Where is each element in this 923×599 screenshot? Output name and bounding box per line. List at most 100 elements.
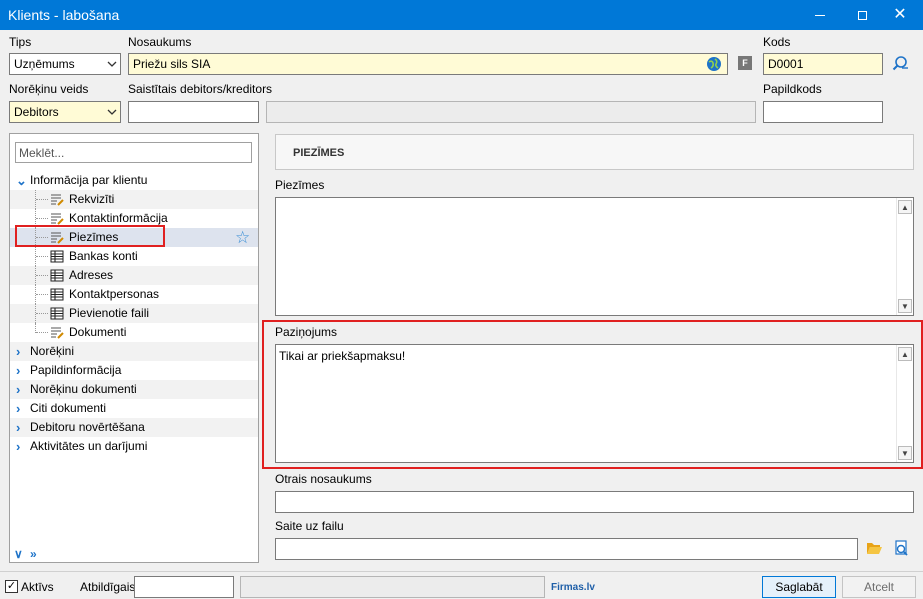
otrais-nosaukums-input[interactable] <box>275 491 914 513</box>
scroll-up-icon[interactable]: ▲ <box>898 347 912 361</box>
favorite-star-icon[interactable]: ☆ <box>235 228 250 247</box>
tree-connector <box>35 285 49 304</box>
chevron-down-icon <box>107 109 117 115</box>
tree-item-label: Dokumenti <box>69 325 127 339</box>
chevron-right-icon[interactable]: › <box>16 418 26 437</box>
grid-list-icon <box>50 250 64 263</box>
tree-connector <box>35 266 49 285</box>
navigation-panel: Meklēt... ⌄ Informācija par klientu Rekviz… <box>9 133 259 563</box>
tree-group-label: Norēķini <box>30 344 75 358</box>
chevron-right-icon[interactable]: › <box>16 437 26 456</box>
save-button[interactable]: Saglabāt <box>762 576 836 598</box>
pazinojums-label: Paziņojums <box>275 325 338 339</box>
nosaukums-input[interactable]: Priežu sils SIA <box>128 53 728 75</box>
tree-item-label: Kontaktinformācija <box>69 211 168 225</box>
saite-label: Saite uz failu <box>275 519 344 533</box>
tree-search-input[interactable]: Meklēt... <box>15 142 252 163</box>
saistitais-label: Saistītais debitors/kreditors <box>128 82 273 96</box>
close-icon: ✕ <box>893 6 907 23</box>
tree-group[interactable]: › Citi dokumenti <box>10 399 258 418</box>
navigation-tree: ⌄ Informācija par klientu Rekvizīti Kontakt… <box>10 171 258 456</box>
form-edit-icon <box>51 327 64 339</box>
chevron-right-icon[interactable]: › <box>16 361 26 380</box>
tips-value: Uzņēmums <box>14 57 75 71</box>
tree-item[interactable]: Pievienotie faili <box>10 304 258 323</box>
search-lookup-icon[interactable] <box>892 55 909 72</box>
tree-group[interactable]: › Papildinformācija <box>10 361 258 380</box>
tree-group-label: Citi dokumenti <box>30 401 107 415</box>
tree-item-label: Piezīmes <box>69 230 119 244</box>
nosaukums-value: Priežu sils SIA <box>133 57 211 71</box>
chevron-right-icon[interactable]: › <box>16 399 26 418</box>
tree-item[interactable]: Piezīmes ☆ <box>10 228 258 247</box>
pazinojums-textarea[interactable]: Tikai ar priekšapmaksu! ▲ ▼ <box>275 344 914 463</box>
tree-item[interactable]: Kontaktpersonas <box>10 285 258 304</box>
section-header: PIEZĪMES <box>275 134 914 170</box>
tree-connector <box>35 247 49 266</box>
kods-value: D0001 <box>768 57 804 71</box>
checkmark-icon: ✓ <box>6 580 17 592</box>
tree-group-informacija[interactable]: ⌄ Informācija par klientu <box>10 171 258 190</box>
tree-connector <box>35 304 49 323</box>
maximize-icon <box>857 10 867 20</box>
chevron-right-icon[interactable]: › <box>16 380 26 399</box>
tree-item[interactable]: Kontaktinformācija <box>10 209 258 228</box>
close-button[interactable]: ✕ <box>877 0 923 30</box>
f-badge-button[interactable]: F <box>738 56 752 70</box>
expand-all-icon[interactable]: ∨ <box>14 547 23 561</box>
tree-connector <box>35 209 49 228</box>
piezimes-textarea[interactable]: ▲ ▼ <box>275 197 914 316</box>
norekinu-veids-value: Debitors <box>14 105 59 119</box>
piezimes-scrollbar[interactable]: ▲ ▼ <box>896 198 913 315</box>
tree-item[interactable]: Dokumenti <box>10 323 258 342</box>
minimize-button[interactable] <box>797 0 843 30</box>
tree-group[interactable]: › Debitoru novērtēšana <box>10 418 258 437</box>
file-search-icon[interactable] <box>893 540 910 557</box>
grid-list-icon <box>50 288 64 301</box>
brand-logo-text: Firmas.lv <box>551 582 595 593</box>
tree-group[interactable]: › Aktivitātes un darījumi <box>10 437 258 456</box>
saistitais-input[interactable] <box>128 101 259 123</box>
tree-item[interactable]: Bankas konti <box>10 247 258 266</box>
scroll-up-icon[interactable]: ▲ <box>898 200 912 214</box>
tips-combo[interactable]: Uzņēmums <box>9 53 121 75</box>
saite-input[interactable] <box>275 538 858 560</box>
norekinu-veids-combo[interactable]: Debitors <box>9 101 121 123</box>
cancel-button[interactable]: Atcelt <box>842 576 916 598</box>
tree-item-label: Rekvizīti <box>69 192 115 206</box>
pazinojums-text: Tikai ar priekšapmaksu! <box>279 349 406 363</box>
tree-group-label: Informācija par klientu <box>30 173 148 187</box>
atbildigais-input[interactable] <box>134 576 234 598</box>
tree-group[interactable]: › Norēķini <box>10 342 258 361</box>
atbildigais-label: Atbildīgais <box>80 580 136 594</box>
saistitais-name-display <box>266 101 756 123</box>
tree-connector <box>35 190 49 209</box>
aktivs-checkbox[interactable]: ✓ <box>5 580 18 593</box>
pazinojums-scrollbar[interactable]: ▲ ▼ <box>896 345 913 462</box>
chevron-down-icon[interactable]: ⌄ <box>16 171 27 190</box>
globe-icon[interactable] <box>706 56 722 72</box>
window-title: Klients - labošana <box>8 7 120 23</box>
tree-item[interactable]: Rekvizīti <box>10 190 258 209</box>
norekinu-veids-label: Norēķinu veids <box>9 82 89 96</box>
form-edit-icon <box>51 213 64 225</box>
kods-label: Kods <box>763 35 791 49</box>
double-chevron-right-icon[interactable]: » <box>30 547 37 561</box>
papildkods-input[interactable] <box>763 101 883 123</box>
tree-item[interactable]: Adreses <box>10 266 258 285</box>
tree-group[interactable]: › Norēķinu dokumenti <box>10 380 258 399</box>
piezimes-label: Piezīmes <box>275 178 325 192</box>
chevron-down-icon <box>107 61 117 67</box>
aktivs-label: Aktīvs <box>21 580 54 594</box>
tree-item-label: Pievienotie faili <box>69 306 150 320</box>
scroll-down-icon[interactable]: ▼ <box>898 299 912 313</box>
folder-open-icon[interactable] <box>866 540 883 557</box>
nosaukums-label: Nosaukums <box>128 35 192 49</box>
form-edit-icon <box>51 194 64 206</box>
title-bar: Klients - labošana ✕ <box>0 0 923 30</box>
tree-group-label: Norēķinu dokumenti <box>30 382 137 396</box>
kods-input[interactable]: D0001 <box>763 53 883 75</box>
minimize-icon <box>815 14 825 16</box>
chevron-right-icon[interactable]: › <box>16 342 26 361</box>
scroll-down-icon[interactable]: ▼ <box>898 446 912 460</box>
